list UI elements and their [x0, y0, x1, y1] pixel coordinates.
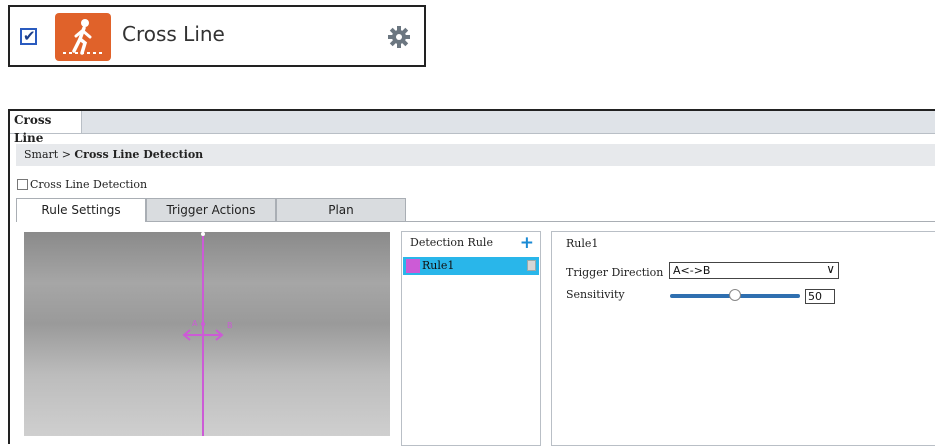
cross-line-function-card: ✔ Cross Line — [8, 5, 426, 67]
trigger-direction-select[interactable]: A<->B ∨ — [669, 262, 839, 279]
enable-detection-row[interactable]: Cross Line Detection — [17, 178, 147, 191]
trigger-direction-value: A<->B — [673, 264, 711, 277]
tab-cross-line[interactable]: Cross Line — [10, 111, 82, 145]
sensitivity-input[interactable]: 50 — [805, 289, 835, 304]
breadcrumb-root[interactable]: Smart — [24, 148, 58, 161]
detection-rule-title: Detection Rule — [410, 236, 493, 249]
function-title: Cross Line — [122, 22, 225, 46]
cross-line-walker-icon — [55, 13, 111, 61]
window-tab-bar: Cross Line — [10, 111, 935, 145]
breadcrumb: Smart > Cross Line Detection — [16, 144, 935, 166]
list-item[interactable]: Rule1 — [403, 257, 539, 275]
tab-rule-settings[interactable]: Rule Settings — [16, 198, 146, 222]
video-preview[interactable]: A B — [24, 232, 390, 436]
enable-checkbox[interactable]: ✔ — [20, 27, 37, 45]
rule-color-swatch — [406, 259, 420, 273]
tab-trigger-actions[interactable]: Trigger Actions — [146, 198, 276, 222]
plus-icon[interactable]: + — [520, 234, 534, 252]
trash-icon[interactable] — [527, 260, 536, 271]
tab-plan[interactable]: Plan — [276, 198, 406, 222]
enable-detection-label: Cross Line Detection — [30, 178, 148, 191]
svg-text:B: B — [227, 321, 233, 330]
cross-line-window: Cross Line Smart > Cross Line Detection … — [8, 109, 935, 446]
tab-divider — [406, 221, 935, 222]
checkbox-checked-icon: ✔ — [23, 27, 36, 45]
enable-detection-checkbox[interactable] — [17, 179, 28, 190]
rule-config-panel: Rule1 Trigger Direction A<->B ∨ Sensitiv… — [551, 231, 935, 446]
sensitivity-label: Sensitivity — [566, 288, 625, 301]
sensitivity-slider-handle[interactable] — [729, 289, 741, 301]
detection-rule-panel: Detection Rule + Rule1 — [401, 231, 541, 446]
breadcrumb-current: Cross Line Detection — [74, 148, 204, 161]
detection-rule-header: Detection Rule + — [402, 232, 540, 254]
rule-name: Rule1 — [422, 259, 455, 272]
svg-text:A: A — [192, 319, 198, 328]
trigger-direction-label: Trigger Direction — [566, 266, 664, 279]
rule-config-title: Rule1 — [566, 237, 599, 250]
gear-icon[interactable] — [387, 25, 411, 49]
chevron-down-icon: ∨ — [826, 262, 835, 276]
breadcrumb-separator: > — [61, 148, 71, 161]
